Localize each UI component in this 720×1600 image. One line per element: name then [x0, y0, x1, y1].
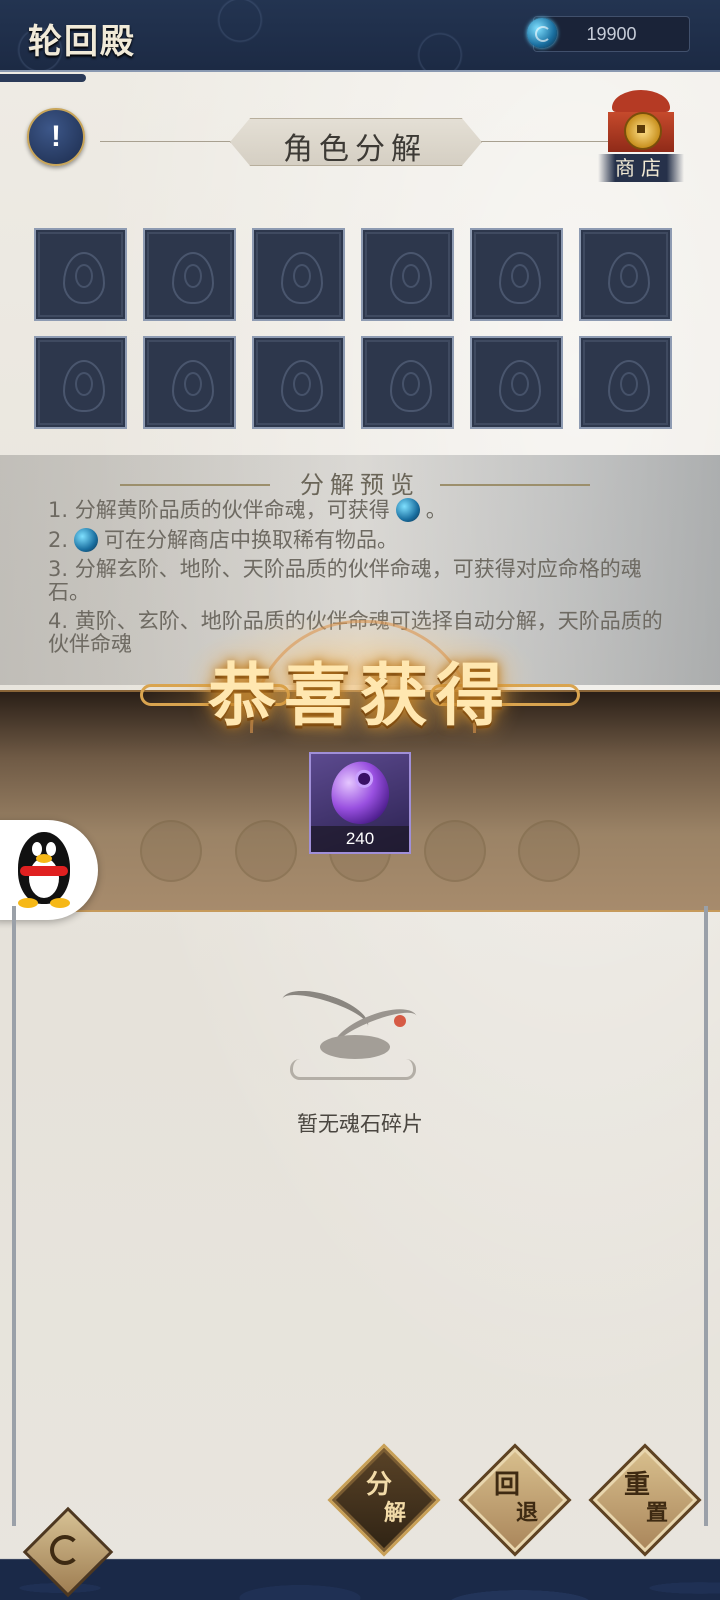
qq-float-button[interactable] [0, 820, 98, 920]
preview-title: 分解预览 [300, 471, 420, 499]
character-slot[interactable] [361, 228, 454, 321]
quality-filter-icon [140, 820, 202, 882]
character-slot[interactable] [252, 336, 345, 429]
rule-text: 1. 分解黄阶品质的伙伴命魂，可获得 [48, 498, 390, 522]
character-slot[interactable] [470, 336, 563, 429]
flame-soul-icon [608, 252, 650, 304]
character-slot[interactable] [34, 228, 127, 321]
flame-soul-icon [172, 252, 214, 304]
purple-soul-gem-icon [325, 756, 395, 830]
character-slot[interactable] [470, 228, 563, 321]
character-slot[interactable] [252, 228, 345, 321]
flame-soul-icon [281, 360, 323, 412]
rule-item: 1. 分解黄阶品质的伙伴命魂，可获得 。 [48, 498, 668, 522]
character-slot[interactable] [143, 336, 236, 429]
rule-item: 2. 可在分解商店中换取稀有物品。 [48, 528, 668, 552]
coin-icon [624, 112, 662, 150]
section-title: 角色分解 [283, 132, 427, 167]
shop-pavilion-icon [612, 90, 670, 112]
reset-label-2: 置 [646, 1500, 669, 1526]
decompose-label-2: 解 [384, 1500, 407, 1526]
rollback-label-2: 退 [516, 1500, 539, 1526]
flame-soul-icon [390, 252, 432, 304]
flame-soul-icon [390, 360, 432, 412]
character-slot[interactable] [143, 228, 236, 321]
quality-filter-icon [518, 820, 580, 882]
empty-state-text: 暂无魂石碎片 [297, 1112, 423, 1136]
rule-text: 3. 分解玄阶、地阶、天阶品质的伙伴命魂，可获得对应命格的魂石。 [48, 557, 642, 604]
rule-item: 3. 分解玄阶、地阶、天阶品质的伙伴命魂，可获得对应命格的魂石。 [48, 558, 668, 604]
decompose-slot-grid [34, 228, 686, 429]
flame-soul-icon [281, 252, 323, 304]
crane-icon [276, 981, 430, 1085]
quality-filter-icon [423, 820, 486, 882]
qq-penguin-icon [12, 832, 76, 908]
rule-text: 2. [48, 528, 69, 552]
info-button[interactable]: ! [27, 108, 85, 166]
reward-item[interactable]: 240 [309, 752, 411, 854]
character-slot[interactable] [34, 336, 127, 429]
shop-label: 商店 [598, 154, 684, 182]
flame-soul-icon [172, 360, 214, 412]
return-swirl-icon [50, 1535, 80, 1565]
soul-coin-icon [74, 528, 99, 552]
flame-soul-icon [608, 360, 650, 412]
flame-soul-icon [499, 360, 541, 412]
character-slot[interactable] [579, 228, 672, 321]
character-slot[interactable] [579, 336, 672, 429]
section-header: 角色分解 [100, 118, 610, 167]
character-slot[interactable] [361, 336, 454, 429]
soul-coin-icon [395, 498, 420, 522]
flame-soul-icon [63, 360, 105, 412]
rollback-label-1: 回 [494, 1470, 521, 1500]
shop-button[interactable]: 商店 [598, 88, 684, 188]
rule-text-end: 可在分解商店中换取稀有物品。 [104, 528, 399, 552]
reward-title: 恭喜获得 [207, 656, 512, 736]
reward-count: 240 [311, 826, 409, 852]
decompose-label-1: 分 [366, 1470, 393, 1500]
page-title: 轮回殿 [28, 22, 136, 62]
flame-soul-icon [499, 252, 541, 304]
title-underline [0, 74, 86, 82]
reset-label-1: 重 [624, 1470, 651, 1500]
soul-coin-icon [527, 18, 557, 48]
rule-text-end: 。 [425, 498, 447, 522]
flame-soul-icon [63, 252, 105, 304]
quality-filter-icon [234, 820, 297, 882]
